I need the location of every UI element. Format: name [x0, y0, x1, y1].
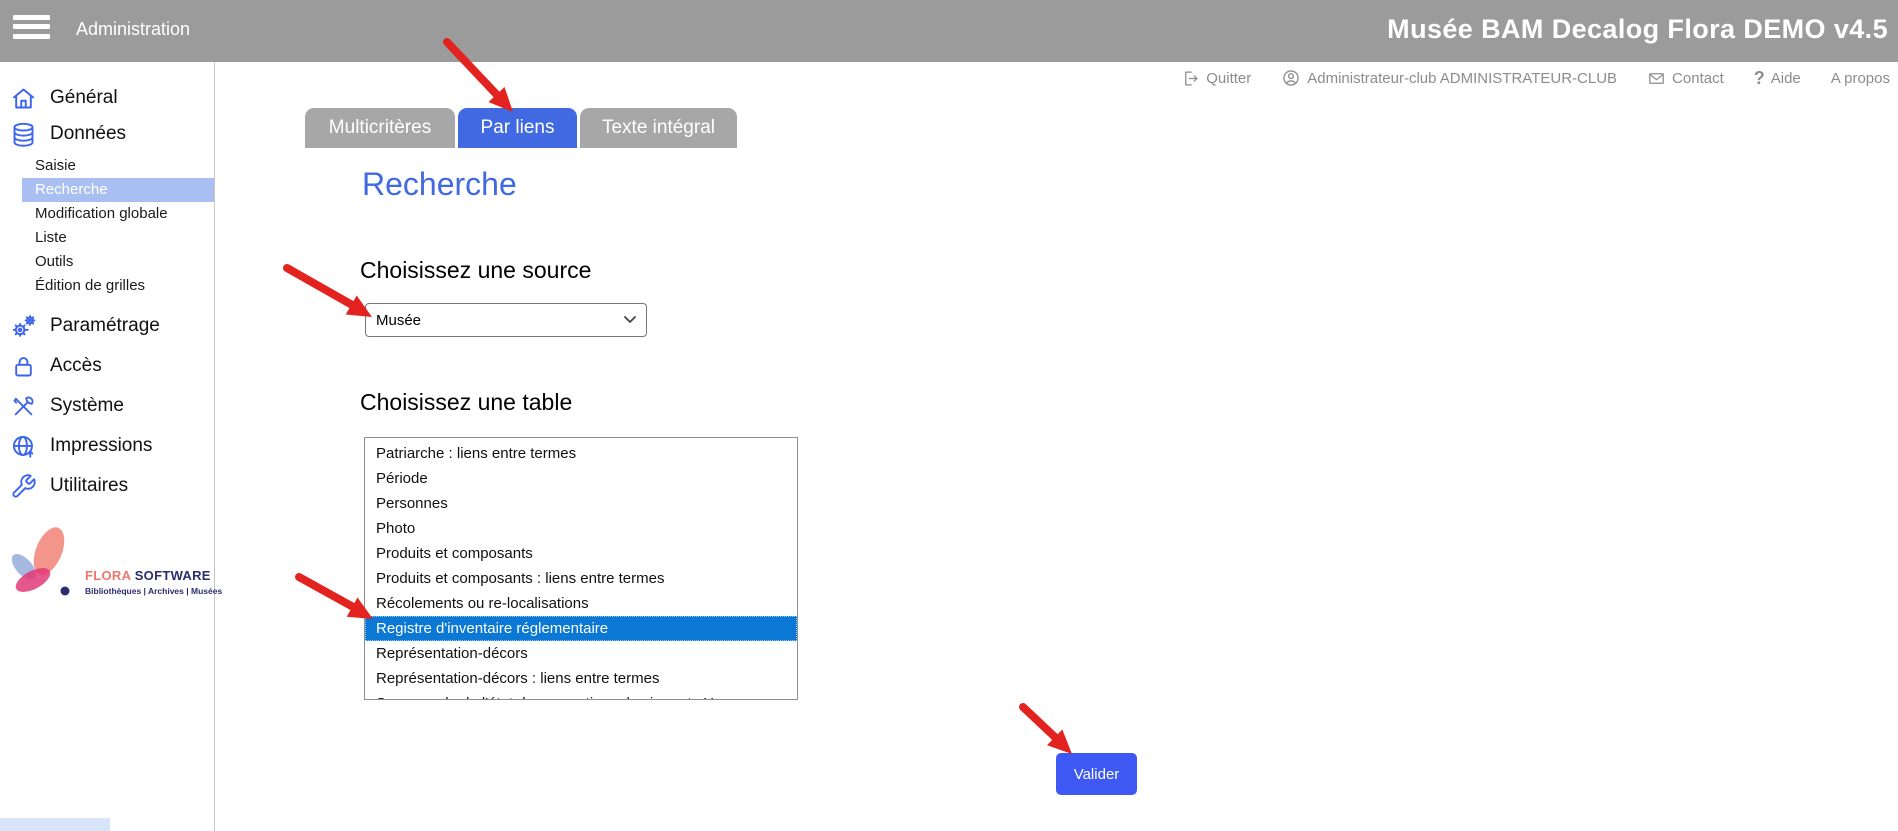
sidebar-item-impressions[interactable]: Impressions: [0, 426, 214, 466]
sidebar-subitem-recherche[interactable]: Recherche: [22, 178, 214, 202]
help-link[interactable]: ? Aide: [1754, 68, 1801, 89]
sidebar-item-label: Système: [50, 395, 124, 417]
table-option[interactable]: Photo: [365, 516, 797, 541]
contact-label: Contact: [1672, 70, 1724, 87]
lock-icon: [10, 353, 37, 380]
logo-brand-text: FLORA SOFTWARE: [85, 568, 211, 583]
sidebar-item-label: Utilitaires: [50, 475, 128, 497]
sidebar-item-acces[interactable]: Accès: [0, 346, 214, 386]
table-option[interactable]: Sauvegarde de l'état des executions des …: [365, 691, 797, 700]
chevron-down-icon: [624, 316, 636, 324]
envelope-icon: [1647, 69, 1666, 88]
tab-par-liens[interactable]: Par liens: [458, 108, 577, 148]
sidebar-item-general[interactable]: Général: [0, 80, 214, 116]
sidebar-subitem-modification-globale[interactable]: Modification globale: [0, 202, 214, 226]
sidebar-item-label: Impressions: [50, 435, 152, 457]
logo-tagline: Bibliothèques | Archives | Musées: [85, 586, 222, 596]
sidebar-item-label: Accès: [50, 355, 102, 377]
source-select-value: Musée: [376, 312, 421, 329]
arrow-to-selected-option: [299, 577, 373, 619]
question-mark-icon: ?: [1754, 68, 1765, 89]
hamburger-icon: [13, 15, 50, 20]
wrench-icon: [10, 473, 37, 500]
hamburger-icon: [13, 24, 50, 29]
quit-label: Quitter: [1206, 70, 1251, 87]
sidebar-subitem-outils[interactable]: Outils: [0, 250, 214, 274]
hamburger-menu-button[interactable]: [13, 13, 50, 45]
home-icon: [10, 85, 37, 112]
sidebar-item-utilitaires[interactable]: Utilitaires: [0, 466, 214, 506]
help-label: Aide: [1771, 70, 1801, 87]
tools-icon: [10, 393, 37, 420]
user-account[interactable]: Administrateur-club ADMINISTRATEUR-CLUB: [1281, 68, 1617, 88]
topbar: Administration Musée BAM Decalog Flora D…: [0, 0, 1898, 62]
product-title: Musée BAM Decalog Flora DEMO v4.5: [1387, 14, 1888, 45]
table-option[interactable]: Produits et composants: [365, 541, 797, 566]
sidebar-item-label: Général: [50, 87, 118, 109]
sidebar-subitem-saisie[interactable]: Saisie: [0, 154, 214, 178]
sidebar-item-label: Paramétrage: [50, 315, 160, 337]
source-heading: Choisissez une source: [360, 257, 591, 284]
about-link[interactable]: A propos: [1831, 70, 1890, 87]
tab-multicriteres[interactable]: Multicritères: [305, 108, 455, 148]
bottom-partial-highlight: [0, 818, 110, 831]
table-option[interactable]: Patriarche : liens entre termes: [365, 441, 797, 466]
database-icon: [10, 121, 37, 148]
sidebar-item-parametrage[interactable]: Paramétrage: [0, 306, 214, 346]
quit-link[interactable]: Quitter: [1181, 69, 1251, 88]
sidebar-subitem-liste[interactable]: Liste: [0, 226, 214, 250]
valider-button[interactable]: Valider: [1056, 753, 1137, 795]
search-tabs: Multicritères Par liens Texte intégral: [305, 108, 737, 148]
sidebar-subitem-edition-de-grilles[interactable]: Édition de grilles: [0, 274, 214, 298]
table-listbox: Patriarche : liens entre termes Période …: [364, 437, 798, 700]
tab-texte-integral[interactable]: Texte intégral: [580, 108, 737, 148]
app-section-title: Administration: [76, 19, 190, 40]
table-option[interactable]: Produits et composants : liens entre ter…: [365, 566, 797, 591]
globe-icon: [10, 433, 37, 460]
source-select[interactable]: Musée: [365, 303, 647, 337]
table-option[interactable]: Récolements ou re-localisations: [365, 591, 797, 616]
flora-flower-icon: [2, 525, 82, 610]
logo-software: SOFTWARE: [131, 568, 211, 583]
administration-screen: Administration Musée BAM Decalog Flora D…: [0, 0, 1898, 831]
logout-icon: [1181, 69, 1200, 88]
logo-flora: FLORA: [85, 568, 131, 583]
page-title: Recherche: [362, 166, 517, 203]
user-label: Administrateur-club ADMINISTRATEUR-CLUB: [1307, 70, 1617, 87]
table-option-selected[interactable]: Registre d'inventaire réglementaire: [365, 616, 797, 641]
hamburger-icon: [13, 34, 50, 39]
sidebar-item-donnees[interactable]: Données: [0, 116, 214, 152]
sidebar: Général Données Saisie Recherche Modific…: [0, 62, 215, 831]
table-option[interactable]: Représentation-décors: [365, 641, 797, 666]
user-icon: [1281, 68, 1301, 88]
flora-software-logo: FLORA SOFTWARE Bibliothèques | Archives …: [0, 525, 215, 620]
annotation-arrows: [0, 0, 1898, 831]
userbar: Quitter Administrateur-club ADMINISTRATE…: [1181, 62, 1890, 94]
table-option[interactable]: Période: [365, 466, 797, 491]
arrow-to-valider-button: [1023, 707, 1072, 754]
donnees-submenu: Saisie Recherche Modification globale Li…: [0, 154, 214, 298]
table-heading: Choisissez une table: [360, 389, 572, 416]
about-label: A propos: [1831, 70, 1890, 87]
sidebar-item-label: Données: [50, 123, 126, 145]
contact-link[interactable]: Contact: [1647, 69, 1724, 88]
gears-icon: [10, 313, 37, 340]
table-option[interactable]: Représentation-décors : liens entre term…: [365, 666, 797, 691]
sidebar-item-systeme[interactable]: Système: [0, 386, 214, 426]
table-option[interactable]: Personnes: [365, 491, 797, 516]
